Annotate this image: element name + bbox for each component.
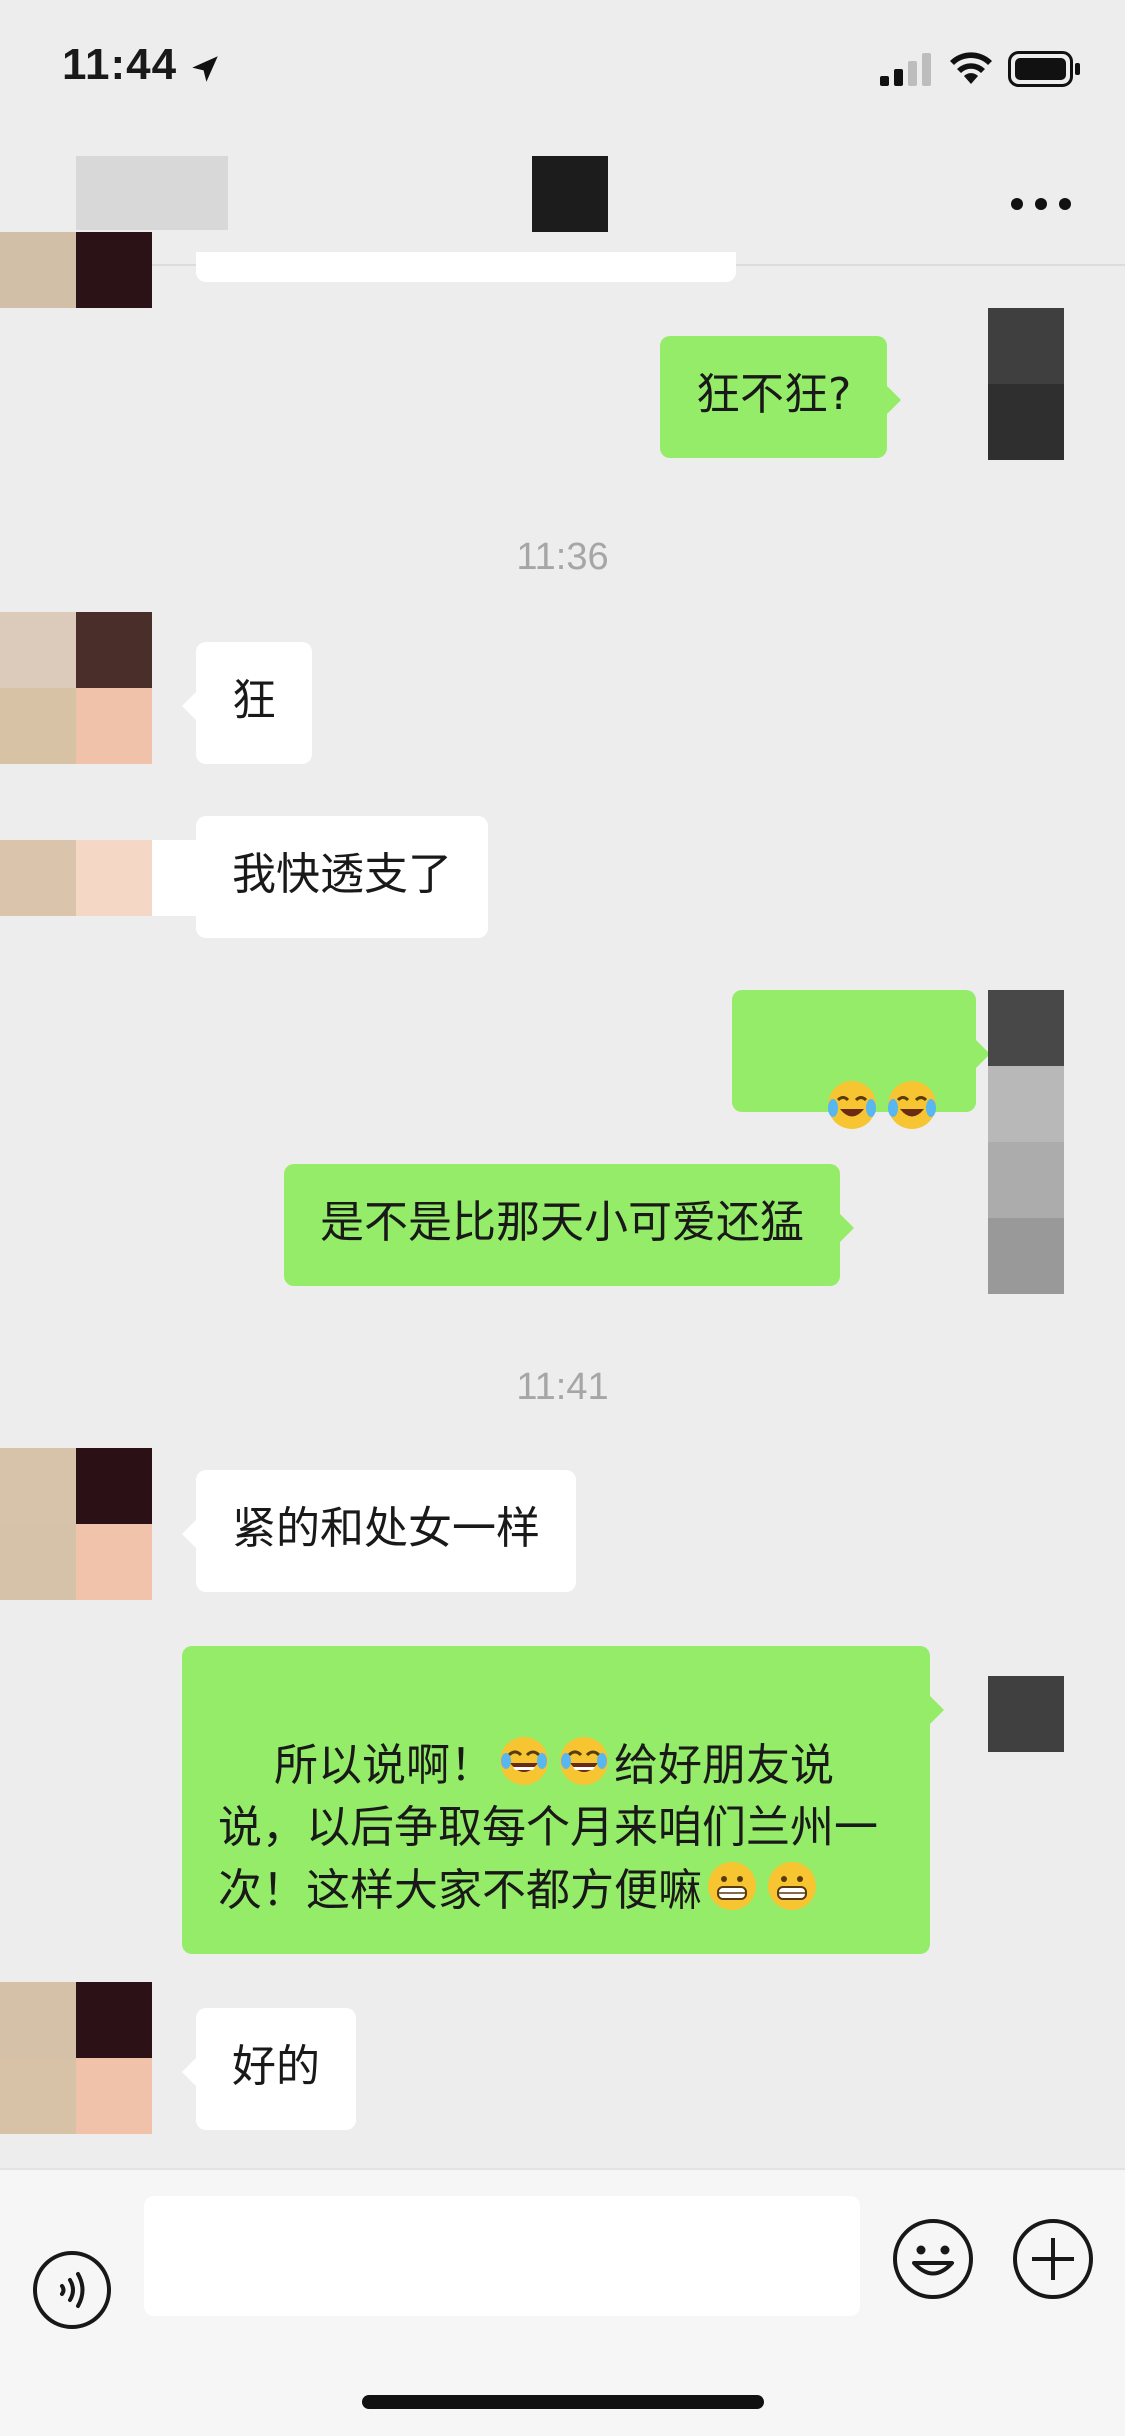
message-bubble-incoming[interactable]: 我快透支了 [182,816,488,938]
message-bubble-outgoing[interactable]: 狂不狂? [660,336,902,458]
input-bar [0,2168,1125,2436]
crying-laughing-emoji-icon [827,1081,876,1129]
partial-message-bubble [196,252,736,282]
crying-laughing-emoji-icon [887,1081,936,1129]
message-input[interactable] [144,2196,860,2316]
message-bubble-incoming[interactable]: 紧的和处女一样 [182,1470,576,1592]
location-arrow-icon [192,56,218,82]
battery-icon [1008,51,1080,87]
message-bubble-outgoing[interactable]: 是不是比那天小可爱还猛 [284,1164,854,1286]
nav-bar [0,140,1125,266]
message-bubble-outgoing[interactable]: 所以说啊！ 给好朋友说说，以后争取每个月来咱们兰州一次！这样大家不都方便嘛 [182,1646,944,1954]
status-bar: 11:44 [0,0,1125,140]
avatar-redacted [0,232,152,308]
status-time: 11:44 [62,40,178,89]
title-redacted [532,156,608,232]
contact-avatar-redacted [0,1448,152,1600]
timestamp: 11:41 [516,1366,609,1408]
message-bubble-incoming[interactable]: 好的 [182,2008,356,2130]
contact-avatar-redacted [0,1982,152,2134]
tears-of-joy-emoji-icon [559,1737,608,1785]
my-avatar-redacted [988,1676,1064,1752]
more-functions-plus-button[interactable] [1012,2218,1094,2300]
cellular-signal-icon [880,53,931,86]
timestamp: 11:36 [516,536,609,578]
my-avatar-redacted [988,308,1064,460]
message-text: 所以说啊！ [273,1740,494,1791]
message-bubble-incoming[interactable]: 狂 [182,642,312,764]
home-indicator[interactable] [362,2395,764,2409]
my-avatar-redacted [988,990,1064,1294]
chat-screen: 11:44 狂不狂? 11:36 狂 我快透支了 是不是比那天小可爱还猛 11:… [0,0,1125,2436]
grimacing-grin-emoji-icon [708,1862,756,1910]
tears-of-joy-emoji-icon [499,1737,548,1785]
contact-avatar-redacted [0,612,152,764]
wifi-icon [950,52,992,84]
emoji-picker-button[interactable] [892,2218,974,2300]
more-options-button[interactable] [1011,194,1071,214]
grimacing-grin-emoji-icon [768,1862,816,1910]
message-bubble-outgoing[interactable] [732,990,990,1129]
contact-name-redacted [76,156,228,230]
voice-input-button[interactable] [32,2250,112,2330]
